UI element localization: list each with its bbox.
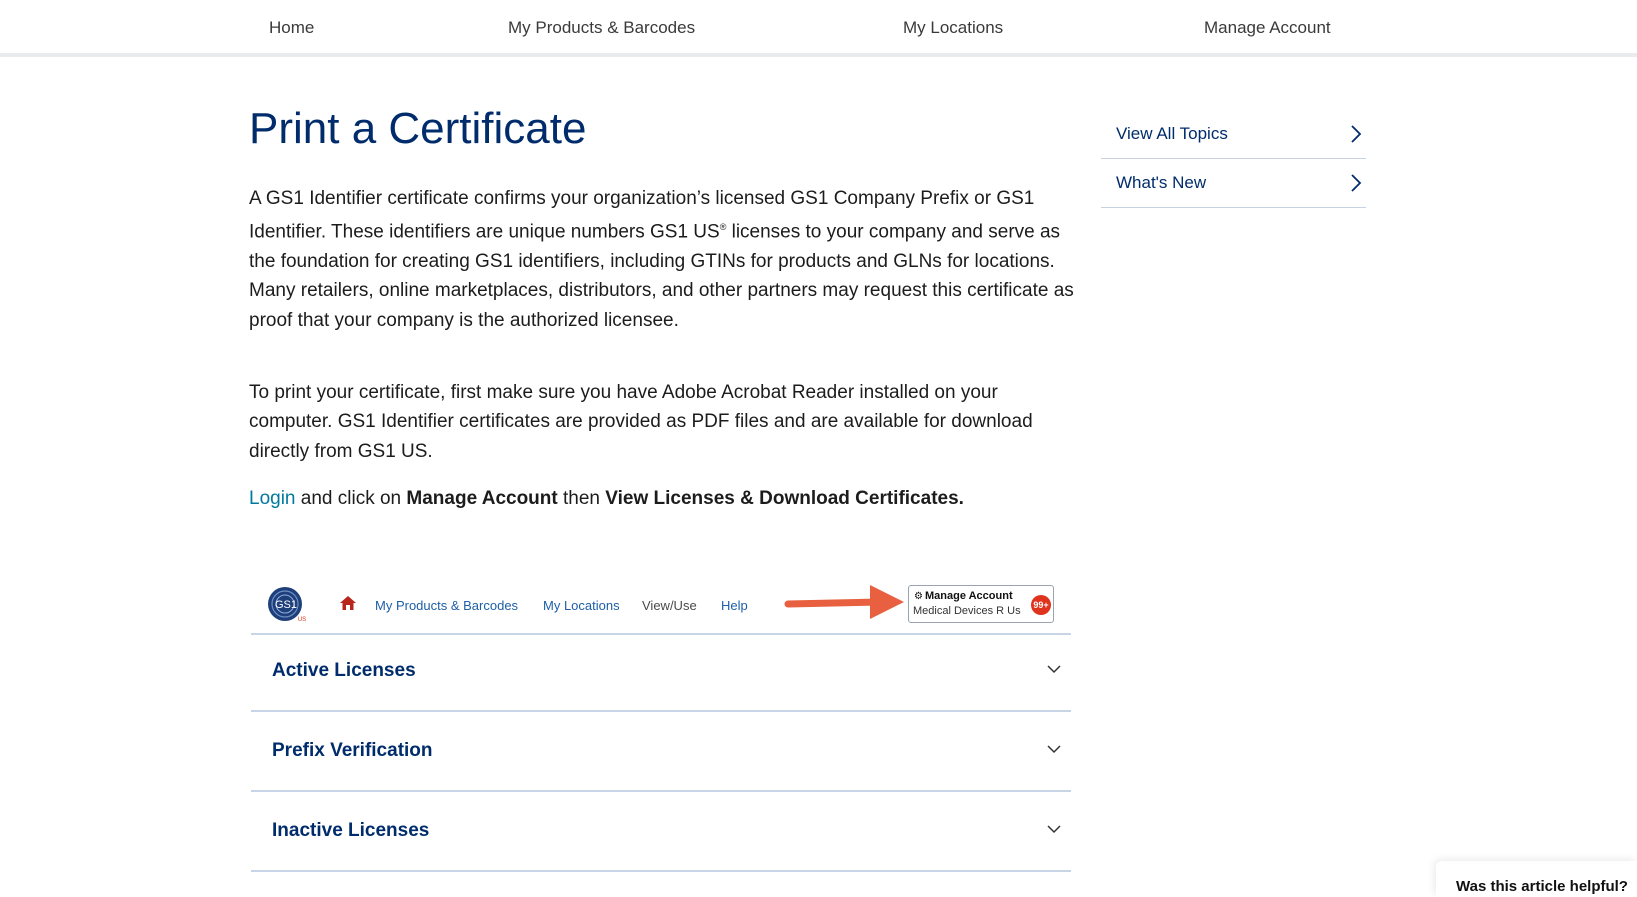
shot-nav-locations: My Locations (543, 598, 620, 613)
step-text: and click on (295, 488, 407, 509)
feedback-widget[interactable]: Was this article helpful? (1436, 861, 1637, 897)
shot-nav-view-use: View/Use (642, 598, 697, 613)
nav-manage-account[interactable]: Manage Account (1204, 18, 1331, 38)
sidebar-link-label: What's New (1116, 173, 1207, 192)
accordion-inactive-licenses[interactable]: Inactive Licenses (251, 793, 1071, 872)
shot-nav-help: Help (721, 598, 748, 613)
top-nav: Home My Products & Barcodes My Locations… (0, 0, 1637, 57)
page-title: Print a Certificate (249, 104, 587, 153)
step-text: then (557, 488, 606, 509)
chevron-down-icon (1047, 745, 1061, 754)
accordion-label: Inactive Licenses (272, 820, 430, 841)
gs1-logo-sub: US (298, 617, 306, 623)
accordion-label: Prefix Verification (272, 740, 433, 761)
sidebar-whats-new[interactable]: What's New (1101, 159, 1366, 208)
gs1-logo-icon: GS1 US (268, 587, 306, 623)
shot-nav-products: My Products & Barcodes (375, 598, 519, 613)
instruction-screenshot: GS1 US My Products & Barcodes My Locatio… (251, 575, 1071, 635)
chevron-down-icon (1047, 825, 1061, 834)
login-link[interactable]: Login (249, 488, 296, 509)
chevron-down-icon (1047, 665, 1061, 674)
feedback-label: Was this article helpful? (1456, 878, 1628, 895)
article-paragraph-print: To print your certificate, first make su… (249, 382, 1033, 462)
arrow-pointer-icon (784, 585, 904, 619)
shot-manage-title: Manage Account (925, 590, 1013, 602)
nav-my-locations[interactable]: My Locations (903, 18, 1003, 38)
nav-home[interactable]: Home (269, 18, 314, 38)
step-view-licenses: View Licenses & Download Certificates. (605, 488, 964, 509)
accordion-prefix-verification[interactable]: Prefix Verification (251, 713, 1071, 792)
shot-manage-account-box: ⚙ Manage Account Medical Devices R Us 99… (908, 585, 1054, 623)
notification-badge: 99+ (1031, 595, 1051, 615)
chevron-right-icon (1351, 125, 1362, 143)
nav-my-products-barcodes[interactable]: My Products & Barcodes (508, 18, 695, 38)
home-icon (340, 596, 356, 610)
article-step: Login and click on Manage Account then V… (249, 484, 1079, 513)
accordion-label: Active Licenses (272, 660, 416, 681)
chevron-right-icon (1351, 174, 1362, 192)
shot-manage-sub: Medical Devices R Us (913, 605, 1021, 617)
article-paragraph-intro: A GS1 Identifier certificate confirms yo… (249, 184, 1079, 335)
gear-icon: ⚙ (914, 591, 923, 602)
accordion-active-licenses[interactable]: Active Licenses (251, 633, 1071, 712)
gs1-logo-text: GS1 (275, 599, 297, 611)
sidebar-link-label: View All Topics (1116, 124, 1228, 143)
sidebar-view-all-topics[interactable]: View All Topics (1101, 110, 1366, 159)
step-manage-account: Manage Account (406, 488, 558, 509)
